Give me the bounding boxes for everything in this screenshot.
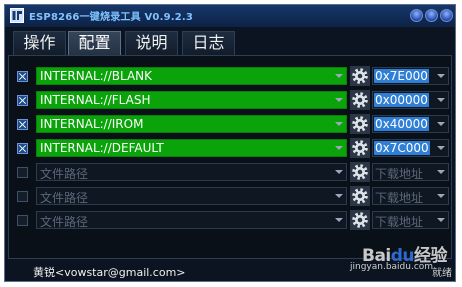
file-path-select[interactable]: 文件路径 xyxy=(36,211,347,229)
file-path-select[interactable]: INTERNAL://DEFAULT xyxy=(36,139,347,157)
firmware-row: INTERNAL://DEFAULT 0x7C000 xyxy=(9,138,451,158)
app-icon xyxy=(10,8,24,23)
file-path-select[interactable]: 文件路径 xyxy=(36,163,347,181)
gear-icon[interactable] xyxy=(350,210,370,230)
address-value: 0x7C000 xyxy=(374,141,430,155)
firmware-row: 文件路径 下载地址 xyxy=(9,162,451,182)
chevron-down-icon[interactable] xyxy=(332,116,346,132)
file-path-placeholder: 文件路径 xyxy=(40,167,89,181)
file-path-placeholder: 文件路径 xyxy=(40,215,89,229)
address-value: 0x00000 xyxy=(374,93,429,107)
config-panel: INTERNAL://BLANK 0x7E000 INTERNAL://FLAS… xyxy=(8,55,452,259)
row-checkbox[interactable] xyxy=(17,119,28,130)
file-path-select[interactable]: INTERNAL://BLANK xyxy=(36,67,347,85)
chevron-down-icon[interactable] xyxy=(434,188,448,204)
file-path-value: INTERNAL://IROM xyxy=(40,117,144,131)
address-select[interactable]: 下载地址 xyxy=(372,163,449,181)
file-path-placeholder: 文件路径 xyxy=(40,191,89,205)
tab-bar: 操作 配置 说明 日志 xyxy=(5,27,455,55)
tab-config[interactable]: 配置 xyxy=(68,31,121,55)
chevron-down-icon[interactable] xyxy=(434,68,448,84)
gear-icon[interactable] xyxy=(350,66,370,86)
address-placeholder: 下载地址 xyxy=(375,191,424,205)
watermark-url: jingyan.baidu.com xyxy=(350,262,434,272)
row-checkbox[interactable] xyxy=(17,71,28,82)
file-path-select[interactable]: 文件路径 xyxy=(36,187,347,205)
tab-help[interactable]: 说明 xyxy=(125,31,178,55)
chevron-down-icon[interactable] xyxy=(434,140,448,156)
chevron-down-icon[interactable] xyxy=(434,92,448,108)
gear-icon[interactable] xyxy=(350,162,370,182)
row-checkbox[interactable] xyxy=(17,167,28,178)
chevron-down-icon[interactable] xyxy=(332,68,346,84)
address-select[interactable]: 0x00000 xyxy=(372,91,449,109)
window-title: ESP8266一键烧录工具 V0.9.2.3 xyxy=(29,12,194,23)
address-placeholder: 下载地址 xyxy=(375,215,424,229)
firmware-row: INTERNAL://IROM 0x40000 xyxy=(9,114,451,134)
close-button[interactable] xyxy=(440,9,453,22)
tab-operation[interactable]: 操作 xyxy=(13,31,66,55)
address-select[interactable]: 0x7E000 xyxy=(372,67,449,85)
gear-icon[interactable] xyxy=(350,90,370,110)
row-checkbox[interactable] xyxy=(17,95,28,106)
gear-icon[interactable] xyxy=(350,138,370,158)
file-path-value: INTERNAL://BLANK xyxy=(40,69,153,83)
address-placeholder: 下载地址 xyxy=(375,167,424,181)
firmware-row: INTERNAL://BLANK 0x7E000 xyxy=(9,66,451,86)
chevron-down-icon[interactable] xyxy=(332,164,346,180)
address-value: 0x7E000 xyxy=(374,69,429,83)
file-path-select[interactable]: INTERNAL://FLASH xyxy=(36,91,347,109)
address-select[interactable]: 下载地址 xyxy=(372,211,449,229)
file-path-value: INTERNAL://FLASH xyxy=(40,93,151,107)
gear-icon[interactable] xyxy=(350,114,370,134)
file-path-value: INTERNAL://DEFAULT xyxy=(40,141,164,155)
chevron-down-icon[interactable] xyxy=(434,116,448,132)
gear-icon[interactable] xyxy=(350,186,370,206)
row-checkbox[interactable] xyxy=(17,143,28,154)
chevron-down-icon[interactable] xyxy=(332,188,346,204)
address-select[interactable]: 下载地址 xyxy=(372,187,449,205)
firmware-row: INTERNAL://FLASH 0x00000 xyxy=(9,90,451,110)
minimize-button[interactable] xyxy=(410,9,423,22)
row-checkbox[interactable] xyxy=(17,191,28,202)
address-select[interactable]: 0x40000 xyxy=(372,115,449,133)
address-select[interactable]: 0x7C000 xyxy=(372,139,449,157)
firmware-row: 文件路径 下载地址 xyxy=(9,186,451,206)
tab-log[interactable]: 日志 xyxy=(182,31,235,55)
status-author: 黄锐<vowstar@gmail.com> xyxy=(33,266,186,279)
chevron-down-icon[interactable] xyxy=(434,164,448,180)
title-bar[interactable]: ESP8266一键烧录工具 V0.9.2.3 xyxy=(5,5,455,27)
status-ready: 就绪 xyxy=(432,268,452,279)
chevron-down-icon[interactable] xyxy=(332,140,346,156)
chevron-down-icon[interactable] xyxy=(332,212,346,228)
chevron-down-icon[interactable] xyxy=(332,92,346,108)
address-value: 0x40000 xyxy=(374,117,429,131)
firmware-row: 文件路径 下载地址 xyxy=(9,210,451,230)
maximize-button[interactable] xyxy=(425,9,438,22)
row-checkbox[interactable] xyxy=(17,215,28,226)
chevron-down-icon[interactable] xyxy=(434,212,448,228)
file-path-select[interactable]: INTERNAL://IROM xyxy=(36,115,347,133)
